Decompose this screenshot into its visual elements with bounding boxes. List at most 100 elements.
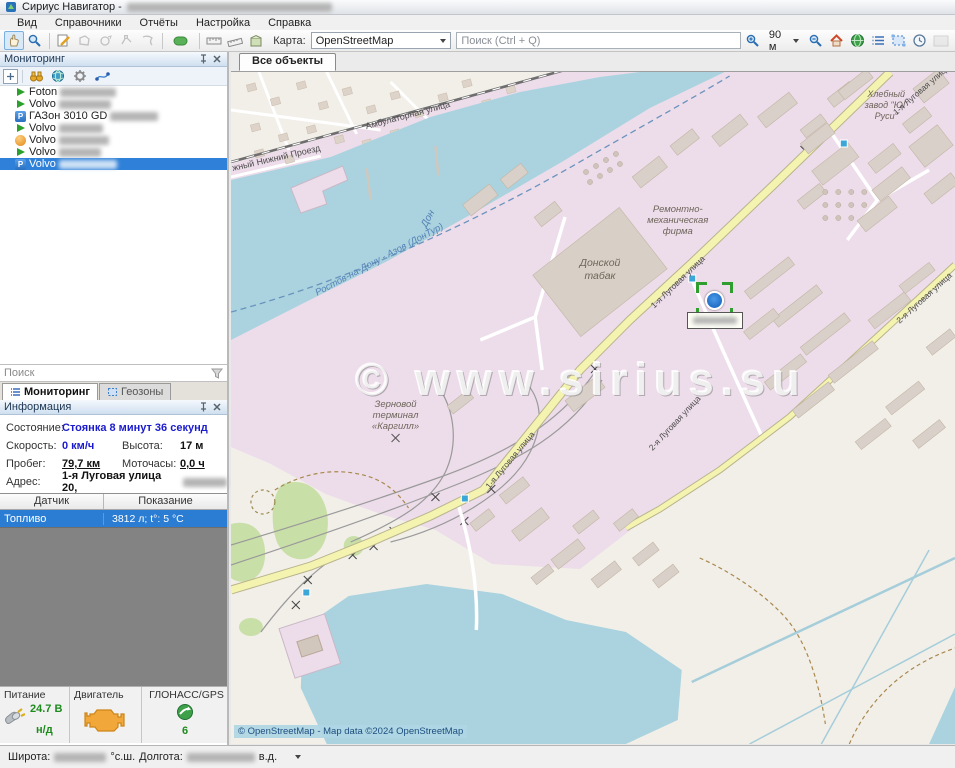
panel-icon [933,35,949,47]
map-area: Все объекты [231,52,955,745]
sensor-value-column[interactable]: Показание [104,494,227,509]
map-tab-all-objects[interactable]: Все объекты [239,53,336,71]
find-object-button[interactable] [27,68,45,84]
sensor-row-selected[interactable]: Топливо 3812 л; t°: 5 °C [0,510,227,527]
map-canvas[interactable]: Амбулаторная улица жный Нижний Проезд До… [231,72,955,744]
speed-label: Скорость: [6,440,62,452]
toolbar-separator [22,70,23,83]
sensor-value: 3812 л; t°: 5 °C [104,513,227,525]
longitude-label: Долгота: [139,751,183,763]
pan-tool-button[interactable] [4,31,24,50]
filter-icon [211,368,223,379]
menu-spravochniki[interactable]: Справочники [46,16,131,30]
edit-vertices-button[interactable] [117,31,137,50]
hours-label: Моточасы: [122,458,180,470]
add-geozone-button[interactable] [75,31,95,50]
speed-altitude-row: Скорость: 0 км/ч Высота: 17 м [0,437,227,455]
info-panel-header: Информация [0,400,227,415]
vehicle-row[interactable]: Volvo [0,122,227,134]
gps-count-value: 6 [182,725,188,737]
redacted-text [110,112,158,121]
vehicle-row[interactable]: Volvo [0,134,227,146]
expand-all-button[interactable] [3,69,18,84]
toolbar-separator [49,33,50,49]
vehicle-name: Volvo [29,147,56,158]
tab-monitoring[interactable]: Мониторинг [2,383,98,400]
zoom-scale-value: 90 м [769,29,790,53]
home-icon [829,33,844,48]
polygon-add-icon [77,33,92,48]
gps-label: ГЛОНАСС/GPS [142,689,227,701]
power-gauge: Питание 24.7 В н/д [0,687,70,743]
altitude-value: 17 м [180,440,203,452]
show-all-objects-button[interactable] [847,31,867,50]
vehicle-row[interactable]: Volvo [0,146,227,158]
vehicle-row-selected[interactable]: P Volvo [0,158,227,170]
hours-link[interactable]: 0,0 ч [180,458,205,470]
tab-geozones[interactable]: Геозоны [99,383,171,400]
latitude-suffix: °с.ш. [110,751,135,763]
vehicle-row[interactable]: Volvo [0,98,227,110]
settings-button[interactable] [71,68,89,84]
vehicle-name: ГАЗон 3010 GD [29,111,107,122]
redacted-text [54,753,106,762]
svg-text:Ремонтно-: Ремонтно- [653,204,703,215]
select-region-button[interactable] [889,31,909,50]
polygon-move-icon [98,33,113,48]
show-on-map-button[interactable] [49,68,67,84]
minimap-button[interactable] [931,31,951,50]
delete-vertices-button[interactable] [138,31,158,50]
pin-panel-button[interactable] [197,53,209,65]
sensor-name: Топливо [0,513,104,525]
ruler-diagonal-icon [227,34,243,47]
plug-icon [3,707,25,727]
dropdown-arrow-icon [793,39,799,43]
mileage-label: Пробег: [6,458,62,470]
magnifier-minus-icon [808,33,823,48]
sensor-name-column[interactable]: Датчик [0,494,104,509]
menu-nastroyka[interactable]: Настройка [187,16,259,30]
vehicle-row[interactable]: P ГАЗон 3010 GD [0,110,227,122]
menu-bar: Вид Справочники Отчёты Настройка Справка [0,15,955,30]
redacted-text [183,478,227,487]
status-bar: Широта: °с.ш. Долгота: в.д. [0,745,955,768]
vehicle-name: Volvo [29,135,56,146]
empty-gray-pane [0,527,227,686]
mileage-link[interactable]: 79,7 км [62,458,122,470]
close-panel-button[interactable] [211,53,223,65]
track-color-button[interactable] [167,31,196,50]
zoom-out-button[interactable] [805,31,825,50]
zoom-in-button[interactable] [743,31,763,50]
zoom-tool-button[interactable] [25,31,45,50]
pin-panel-button[interactable] [197,401,209,413]
show-track-button[interactable] [93,68,111,84]
measure-area-button[interactable] [225,31,245,50]
close-panel-button[interactable] [211,401,223,413]
global-search-input[interactable] [456,32,741,49]
history-mode-button[interactable] [910,31,930,50]
title-bar: Сириус Навигатор - [0,0,955,15]
map-provider-combobox[interactable]: OpenStreetMap [311,32,452,49]
monitoring-panel-title: Мониторинг [4,53,65,65]
map-tab-bar: Все объекты [231,52,955,72]
objects-layer-button[interactable] [246,31,266,50]
map-attribution: © OpenStreetMap - Map data ©2024 OpenStr… [234,725,467,738]
vehicle-search-field[interactable]: Поиск [0,364,227,382]
state-row: Состояние: Стоянка 8 минут 36 секунд [0,419,227,437]
measure-distance-button[interactable] [204,31,224,50]
menu-otchety[interactable]: Отчёты [131,16,187,30]
zoom-scale-dropdown[interactable]: 90 м [764,32,804,50]
coords-dropdown-arrow-icon[interactable] [295,755,301,759]
vehicle-row[interactable]: Foton [0,86,227,98]
address-value: 1-я Луговая улица 20, [62,470,179,494]
menu-vid[interactable]: Вид [8,16,46,30]
menu-spravka[interactable]: Справка [259,16,320,30]
edit-map-button[interactable] [54,31,74,50]
map-provider-value: OpenStreetMap [316,35,394,47]
map-select-label: Карта: [273,35,306,47]
legend-button[interactable] [868,31,888,50]
move-geozone-button[interactable] [96,31,116,50]
tab-monitoring-label: Мониторинг [24,386,90,398]
vehicle-tree: Foton Volvo P ГАЗон 3010 GD Volvo Volvo … [0,86,227,364]
home-view-button[interactable] [826,31,846,50]
